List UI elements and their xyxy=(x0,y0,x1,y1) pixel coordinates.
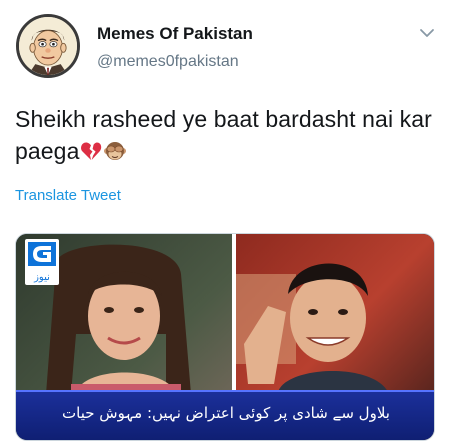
news-caption-bar: بلاول سے شادی پر کوئی اعتراض نہیں: مہوش … xyxy=(16,390,434,440)
tweet-card: Memes Of Pakistan @memes0fpakistan Sheik… xyxy=(0,0,450,444)
broken-heart-emoji-icon xyxy=(79,139,103,163)
translate-tweet-link[interactable]: Translate Tweet xyxy=(15,187,121,204)
avatar-cartoon-face-icon xyxy=(19,17,77,75)
tweet-media-image[interactable]: نیوز بلاول سے شادی پر کوئی اعتراض نہیں: … xyxy=(15,233,435,441)
channel-logo: نیوز xyxy=(25,239,59,285)
avatar[interactable] xyxy=(16,14,80,78)
channel-logo-text: نیوز xyxy=(33,272,50,283)
author-handle[interactable]: @memes0fpakistan xyxy=(97,53,239,71)
tweet-body: Sheikh rasheed ye baat bardasht nai kar … xyxy=(15,106,432,164)
tweet-text: Sheikh rasheed ye baat bardasht nai kar … xyxy=(15,103,435,167)
chevron-down-icon[interactable] xyxy=(418,26,436,40)
news-caption: بلاول سے شادی پر کوئی اعتراض نہیں: مہوش … xyxy=(62,404,390,422)
channel-logo-mark-icon: نیوز xyxy=(28,242,56,283)
see-no-evil-monkey-emoji-icon xyxy=(103,139,127,163)
author-display-name[interactable]: Memes Of Pakistan xyxy=(97,24,253,44)
